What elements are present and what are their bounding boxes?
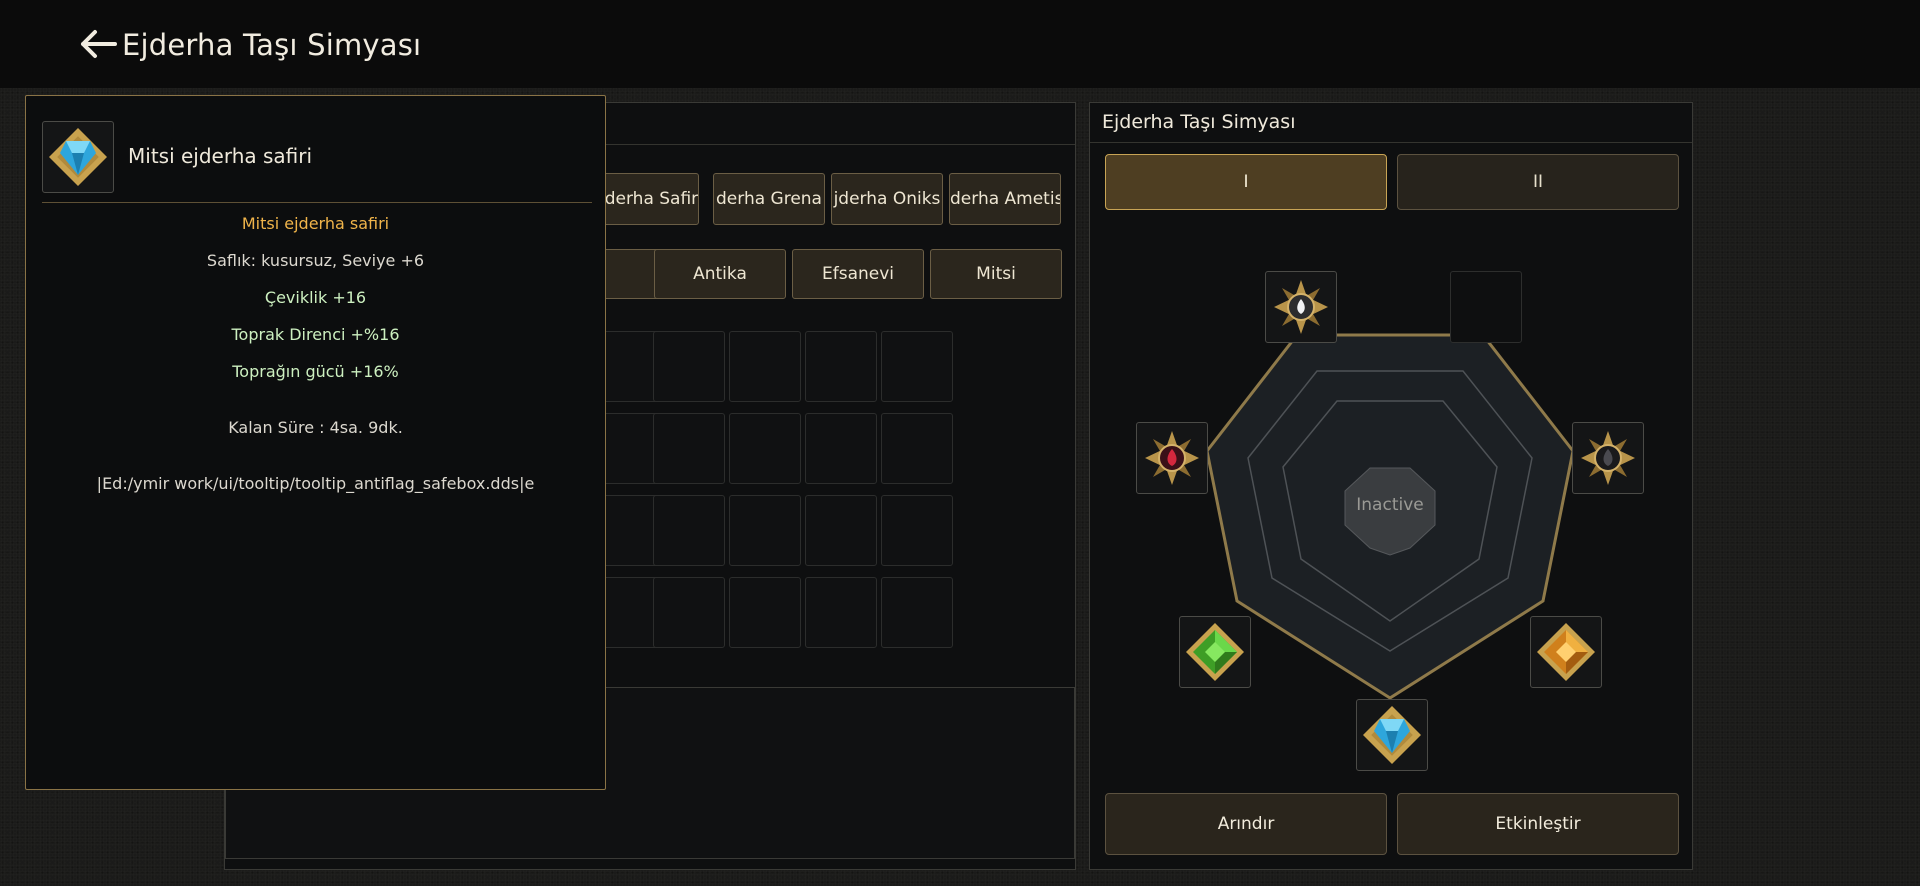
diamond-gem-icon [1274, 280, 1328, 334]
inventory-slot[interactable] [653, 331, 725, 402]
refine-button[interactable]: Arındır [1105, 793, 1387, 855]
rarity-button-efsanevi[interactable]: Efsanevi [792, 249, 924, 299]
inventory-slot[interactable] [729, 331, 801, 402]
tab-sapphire[interactable]: jderha Safir [599, 173, 699, 225]
tab-onyx[interactable]: jderha Oniks [831, 173, 943, 225]
alchemy-octagon [1205, 333, 1575, 700]
tooltip-bonus-agility: Çeviklik +16 [264, 288, 367, 307]
inventory-slot[interactable] [805, 577, 877, 648]
tooltip-title: Mitsi ejderha safiri [241, 214, 390, 233]
socket-bottom-right[interactable] [1530, 616, 1602, 688]
inventory-slot[interactable] [881, 577, 953, 648]
activate-button[interactable]: Etkinleştir [1397, 793, 1679, 855]
inventory-slot[interactable] [805, 413, 877, 484]
alchemy-panel-header: Ejderha Taşı Simyası [1090, 103, 1692, 143]
socket-right[interactable] [1572, 422, 1644, 494]
inventory-slot[interactable] [729, 495, 801, 566]
socket-left[interactable] [1136, 422, 1208, 494]
socket-bottom[interactable] [1356, 699, 1428, 771]
tooltip-bonus-earth-resist: Toprak Direnci +%16 [231, 325, 400, 344]
inventory-slot[interactable] [729, 413, 801, 484]
inventory-slot[interactable] [653, 413, 725, 484]
tab-tier-1[interactable]: I [1105, 154, 1387, 210]
garnet-gem-icon [1537, 623, 1595, 681]
alchemy-panel: Ejderha Taşı Simyası I II Inactive Arınd… [1089, 102, 1693, 870]
inventory-slot[interactable] [881, 331, 953, 402]
inventory-slot[interactable] [653, 577, 725, 648]
inventory-slot[interactable] [805, 495, 877, 566]
tooltip-item-name: Mitsi ejderha safiri [128, 144, 313, 168]
alchemy-panel-title: Ejderha Taşı Simyası [1102, 111, 1296, 133]
tooltip-divider [42, 202, 592, 203]
onyx-gem-icon [1581, 431, 1635, 485]
inventory-slot[interactable] [653, 495, 725, 566]
tab-garnet[interactable]: derha Grena [713, 173, 825, 225]
tooltip-item-icon [42, 121, 114, 193]
rarity-button-antika[interactable]: Antika [654, 249, 786, 299]
ruby-gem-icon [1145, 431, 1199, 485]
back-button[interactable] [78, 26, 118, 62]
sapphire-gem-icon [49, 128, 107, 186]
arrow-left-icon [81, 30, 117, 58]
tooltip-bonus-earth-power: Toprağın gücü +16% [232, 362, 399, 381]
tooltip-purity: Saflık: kusursuz, Seviye +6 [206, 251, 425, 270]
inventory-slot[interactable] [729, 577, 801, 648]
socket-bottom-left[interactable] [1179, 616, 1251, 688]
socket-top-left[interactable] [1265, 271, 1337, 343]
sapphire-gem-icon [1363, 706, 1421, 764]
inventory-slot[interactable] [805, 331, 877, 402]
socket-top-right[interactable] [1450, 271, 1522, 343]
item-tooltip: Mitsi ejderha safiri Mitsi ejderha safir… [25, 95, 606, 790]
tooltip-debug-path: |Ed:/ymir work/ui/tooltip/tooltip_antifl… [96, 474, 535, 493]
tab-amethyst[interactable]: derha Ametis [949, 173, 1061, 225]
tab-tier-2[interactable]: II [1397, 154, 1679, 210]
center-status: Inactive [1356, 495, 1424, 515]
inventory-slot[interactable] [881, 495, 953, 566]
rarity-button-mitsi[interactable]: Mitsi [930, 249, 1062, 299]
page-title: Ejderha Taşı Simyası [122, 28, 422, 62]
top-bar: Ejderha Taşı Simyası [0, 0, 1920, 88]
jade-gem-icon [1186, 623, 1244, 681]
tooltip-time-left: Kalan Süre : 4sa. 9dk. [228, 418, 403, 437]
inventory-slot[interactable] [881, 413, 953, 484]
